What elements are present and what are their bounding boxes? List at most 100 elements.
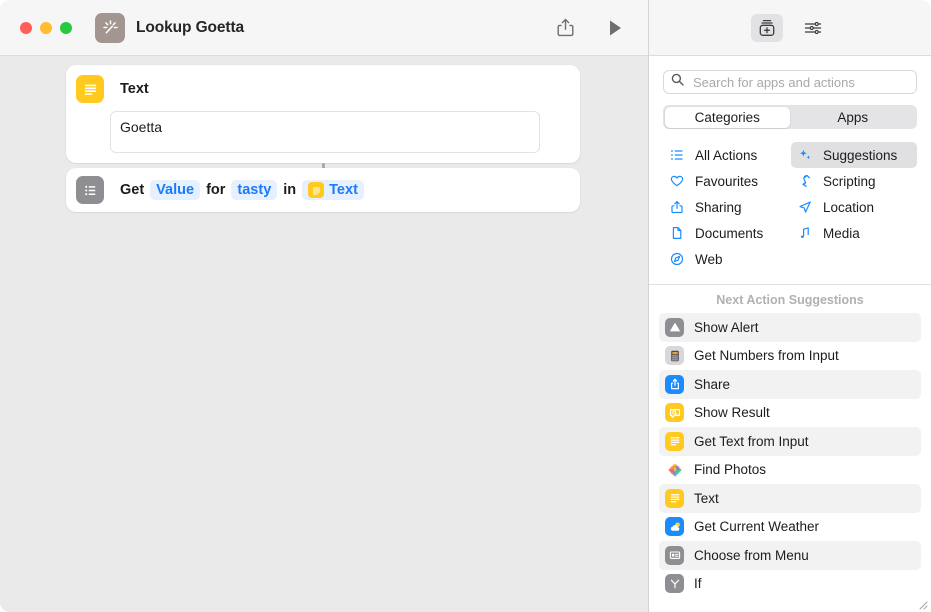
search-icon [671, 73, 684, 91]
share-icon [668, 200, 686, 214]
share-box-icon [665, 374, 684, 394]
category-location[interactable]: Location [791, 194, 917, 220]
action-sentence: Get Value for tasty in Text [120, 180, 364, 200]
category-label: Favourites [695, 173, 759, 189]
token-label: Text [329, 182, 358, 198]
category-label: Scripting [823, 173, 876, 189]
list-item[interactable]: Find Photos [659, 456, 921, 485]
category-label: Web [695, 251, 723, 267]
sidebar-body: Categories Apps [649, 70, 931, 282]
category-documents[interactable]: Documents [663, 220, 789, 246]
shortcut-canvas: Text Goetta Get Value for tasty in Text [0, 56, 648, 612]
shortcuts-window: Lookup Goetta Text Goetta Get Value for … [0, 0, 931, 612]
zoom-button[interactable] [60, 21, 72, 34]
text-lines-icon [308, 182, 325, 198]
category-suggestions[interactable]: Suggestions [791, 142, 917, 168]
list-item-label: Find Photos [694, 462, 767, 478]
text-input-field[interactable]: Goetta [110, 111, 540, 153]
photos-pinwheel-icon [665, 460, 684, 480]
category-sharing[interactable]: Sharing [663, 194, 789, 220]
token-text-variable[interactable]: Text [302, 180, 364, 200]
search-input[interactable] [691, 73, 909, 91]
minimize-button[interactable] [40, 21, 52, 34]
music-note-icon [796, 226, 814, 240]
list-item-label: Show Result [694, 405, 770, 421]
weather-sun-cloud-icon [665, 517, 684, 537]
category-grid: All Actions Suggestions Favourites Scrip… [663, 142, 917, 282]
category-web[interactable]: Web [663, 246, 789, 272]
category-scripting[interactable]: Scripting [791, 168, 917, 194]
text-lines-icon [665, 488, 684, 508]
list-item-label: Get Text from Input [694, 433, 809, 449]
suggestions-list: Show Alert Get Numbers from Input Share … [649, 313, 931, 598]
suggestions-header: Next Action Suggestions [716, 293, 864, 307]
sidebar-toolbar [649, 0, 931, 56]
tab-apps[interactable]: Apps [790, 107, 916, 128]
run-button[interactable] [604, 16, 626, 40]
share-button[interactable] [554, 16, 576, 40]
category-media[interactable]: Media [791, 220, 917, 246]
compass-icon [668, 252, 686, 266]
dictionary-list-icon [76, 176, 104, 204]
resize-grip[interactable] [916, 597, 928, 610]
list-item-label: Text [694, 490, 719, 506]
calculator-icon [665, 346, 684, 366]
branch-icon [665, 574, 684, 594]
list-item[interactable]: Text [659, 484, 921, 513]
list-bullets-icon [668, 148, 686, 162]
close-button[interactable] [20, 21, 32, 34]
script-icon [796, 174, 814, 188]
list-item-label: Share [694, 376, 731, 392]
sentence-word: in [283, 182, 297, 198]
action-card-text[interactable]: Text Goetta [66, 65, 580, 163]
category-favourites[interactable]: Favourites [663, 168, 789, 194]
sparkles-icon [796, 148, 814, 162]
action-title: Text [120, 81, 149, 97]
token-value[interactable]: Value [150, 180, 201, 200]
list-item[interactable]: Get Numbers from Input [659, 342, 921, 371]
document-icon [668, 226, 686, 240]
add-action-button[interactable] [751, 13, 783, 42]
category-label: Sharing [695, 199, 742, 215]
library-segmented-control: Categories Apps [663, 105, 917, 129]
shortcuts-wand-icon [95, 12, 125, 43]
heart-icon [668, 174, 686, 188]
alert-triangle-icon [665, 317, 684, 337]
sliders-button[interactable] [797, 14, 829, 42]
text-lines-icon [76, 75, 104, 103]
search-field[interactable] [663, 70, 917, 94]
list-item[interactable]: Get Text from Input [659, 427, 921, 456]
titlebar-actions [554, 16, 626, 40]
sentence-word: for [206, 182, 226, 198]
list-item[interactable]: Share [659, 370, 921, 399]
action-library-sidebar: Categories Apps [648, 0, 931, 612]
list-item[interactable]: Get Current Weather [659, 513, 921, 542]
traffic-lights [20, 21, 72, 34]
list-item[interactable]: Show Alert [659, 313, 921, 342]
token-key[interactable]: tasty [231, 180, 278, 200]
category-label: Documents [695, 225, 764, 241]
title-bar: Lookup Goetta [0, 0, 648, 56]
list-item-label: Get Current Weather [694, 519, 820, 535]
list-item-label: Show Alert [694, 319, 759, 335]
tab-categories[interactable]: Categories [664, 106, 790, 128]
menu-card-icon [665, 545, 684, 565]
category-all-actions[interactable]: All Actions [663, 142, 789, 168]
category-label: Media [823, 225, 860, 241]
location-arrow-icon [796, 200, 814, 214]
list-item-label: If [694, 576, 702, 592]
action-card-get-value[interactable]: Get Value for tasty in Text [66, 168, 580, 212]
text-lines-icon [665, 431, 684, 451]
action-header: Text [66, 65, 580, 103]
sentence-word: Get [120, 182, 145, 198]
category-label: Suggestions [823, 147, 898, 163]
list-item-label: Choose from Menu [694, 547, 809, 563]
speech-bubble-icon [665, 403, 684, 423]
list-item[interactable]: Show Result [659, 399, 921, 428]
list-item-label: Get Numbers from Input [694, 348, 839, 364]
list-item[interactable]: Choose from Menu [659, 541, 921, 570]
category-label: Location [823, 199, 875, 215]
page-title: Lookup Goetta [136, 18, 245, 36]
category-label: All Actions [695, 147, 758, 163]
list-item[interactable]: If [659, 570, 921, 599]
